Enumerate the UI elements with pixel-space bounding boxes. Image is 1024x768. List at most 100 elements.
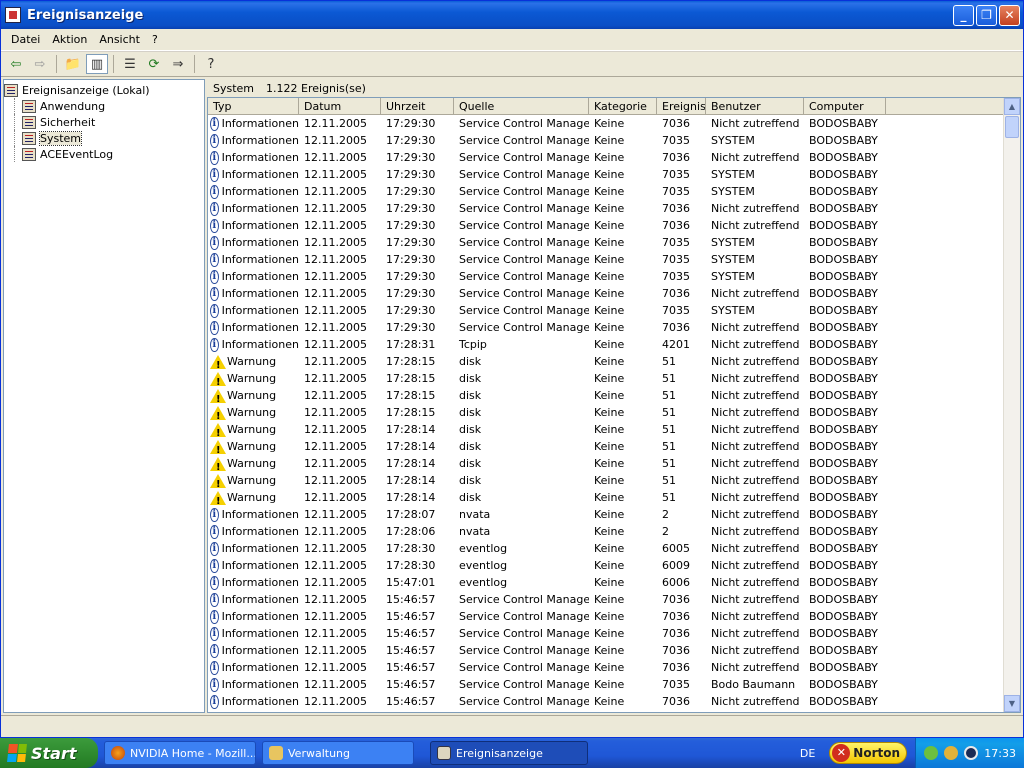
table-row[interactable]: i Informationen 12.11.2005 15:46:57 Service … [208, 659, 1020, 676]
table-row[interactable]: i Informationen 12.11.2005 17:28:31 Tcpip Kei… [208, 336, 1020, 353]
table-row[interactable]: i Informationen 12.11.2005 17:28:30 eventlog… [208, 557, 1020, 574]
cell-ereignis: 7036 [662, 202, 690, 215]
cell-benutzer: SYSTEM [711, 236, 755, 249]
forward-arrow-icon[interactable]: ⇨ [29, 54, 51, 74]
table-row[interactable]: Warnung 12.11.2005 17:28:15 disk Keine 51 Nich… [208, 370, 1020, 387]
start-button[interactable]: Start [0, 738, 98, 768]
table-row[interactable]: Warnung 12.11.2005 17:28:14 disk Keine 51 Nich… [208, 455, 1020, 472]
column-header-datum[interactable]: Datum [299, 98, 381, 114]
task-ereignisanzeige[interactable]: Ereignisanzeige [430, 741, 588, 765]
table-row[interactable]: i Informationen 12.11.2005 17:29:30 Service … [208, 268, 1020, 285]
table-row[interactable]: i Informationen 12.11.2005 17:29:30 Service … [208, 251, 1020, 268]
cell-kategorie: Keine [594, 202, 625, 215]
table-row[interactable]: i Informationen 12.11.2005 15:46:57 Service … [208, 625, 1020, 642]
table-row[interactable]: Warnung 12.11.2005 17:28:15 disk Keine 51 Nich… [208, 387, 1020, 404]
cell-benutzer: Nicht zutreffend [711, 423, 800, 436]
table-row[interactable]: i Informationen 12.11.2005 15:46:57 Service … [208, 642, 1020, 659]
menu-aktion[interactable]: Aktion [46, 33, 93, 46]
network-tray-icon[interactable] [924, 746, 939, 760]
table-row[interactable]: Warnung 12.11.2005 17:28:15 disk Keine 51 Nich… [208, 353, 1020, 370]
column-header-benutzer[interactable]: Benutzer [706, 98, 804, 114]
cell-typ-label: Warnung [227, 491, 277, 504]
cell-benutzer: Nicht zutreffend [711, 576, 800, 589]
column-header-ereignis[interactable]: Ereignis [657, 98, 706, 114]
table-row[interactable]: i Informationen 12.11.2005 17:29:30 Service … [208, 302, 1020, 319]
column-header-typ[interactable]: Typ [208, 98, 299, 114]
cell-datum: 12.11.2005 [304, 117, 367, 130]
show-hide-tree-icon[interactable]: ▥ [86, 54, 108, 74]
minimize-button[interactable]: _ [953, 4, 974, 26]
cell-benutzer: Nicht zutreffend [711, 525, 800, 538]
table-row[interactable]: i Informationen 12.11.2005 15:46:57 Service … [208, 591, 1020, 608]
cell-benutzer: SYSTEM [711, 134, 755, 147]
column-header-uhrzeit[interactable]: Uhrzeit [381, 98, 454, 114]
table-row[interactable]: i Informationen 12.11.2005 15:46:57 Service … [208, 693, 1020, 710]
cell-typ: Warnung [208, 472, 299, 489]
table-row[interactable]: i Informationen 12.11.2005 17:29:30 Service … [208, 149, 1020, 166]
tree-item-anwendung[interactable]: Anwendung [4, 98, 204, 114]
table-row[interactable]: i Informationen 12.11.2005 17:29:30 Service … [208, 166, 1020, 183]
table-row[interactable]: i Informationen 12.11.2005 17:29:30 Service … [208, 200, 1020, 217]
task-verwaltung[interactable]: Verwaltung [262, 741, 414, 765]
clock[interactable]: 17:33 [984, 747, 1016, 760]
tree-root[interactable]: Ereignisanzeige (Lokal) [4, 82, 204, 98]
tree-item-sicherheit[interactable]: Sicherheit [4, 114, 204, 130]
task-firefox[interactable]: NVIDIA Home - Mozill... [104, 741, 256, 765]
menu-ansicht[interactable]: Ansicht [93, 33, 146, 46]
cell-typ-label: Informationen [221, 576, 299, 589]
table-row[interactable]: i Informationen 12.11.2005 17:29:30 Service … [208, 217, 1020, 234]
cell-kategorie: Keine [594, 270, 625, 283]
media-tray-icon[interactable] [964, 746, 979, 760]
table-row[interactable]: i Informationen 12.11.2005 15:46:57 Service … [208, 608, 1020, 625]
column-header-computer[interactable]: Computer [804, 98, 886, 114]
close-button[interactable]: ✕ [999, 4, 1020, 26]
column-header-quelle[interactable]: Quelle [454, 98, 589, 114]
cell-computer: BODOSBABY [809, 695, 878, 708]
cell-computer: BODOSBABY [809, 355, 878, 368]
event-viewer-window: Ereignisanzeige _ ❐ ✕ Datei Aktion Ansic… [0, 0, 1024, 738]
cell-computer: BODOSBABY [809, 134, 878, 147]
properties-icon[interactable]: ☰ [119, 54, 141, 74]
table-row[interactable]: Warnung 12.11.2005 17:28:14 disk Keine 51 Nich… [208, 421, 1020, 438]
table-row[interactable]: i Informationen 12.11.2005 17:29:30 Service … [208, 132, 1020, 149]
scroll-up-icon[interactable]: ▲ [1004, 98, 1020, 115]
help-icon[interactable]: ? [200, 54, 222, 74]
cell-benutzer: SYSTEM [711, 270, 755, 283]
globe-tray-icon[interactable] [944, 746, 959, 760]
scroll-thumb[interactable] [1005, 116, 1019, 138]
computer-log-icon [4, 83, 18, 97]
norton-button[interactable]: ✕ Norton [829, 742, 908, 764]
column-header-kategorie[interactable]: Kategorie [589, 98, 657, 114]
menu-datei[interactable]: Datei [5, 33, 46, 46]
maximize-button[interactable]: ❐ [976, 4, 997, 26]
table-row[interactable]: Warnung 12.11.2005 17:28:15 disk Keine 51 Nich… [208, 404, 1020, 421]
table-row[interactable]: i Informationen 12.11.2005 17:28:30 eventlog… [208, 540, 1020, 557]
tree-item-aceeventlog[interactable]: ACEEventLog [4, 146, 204, 162]
table-row[interactable]: Warnung 12.11.2005 17:28:14 disk Keine 51 Nich… [208, 489, 1020, 506]
table-row[interactable]: i Informationen 12.11.2005 17:28:06 nvata Kei… [208, 523, 1020, 540]
table-row[interactable]: i Informationen 12.11.2005 17:28:07 nvata Kei… [208, 506, 1020, 523]
cell-computer: BODOSBABY [809, 525, 878, 538]
scroll-down-icon[interactable]: ▼ [1004, 695, 1020, 712]
table-row[interactable]: Warnung 12.11.2005 17:28:14 disk Keine 51 Nich… [208, 472, 1020, 489]
language-indicator[interactable]: DE [800, 747, 815, 760]
table-row[interactable]: i Informationen 12.11.2005 17:29:30 Service … [208, 115, 1020, 132]
vertical-scrollbar[interactable]: ▲ ▼ [1003, 98, 1020, 712]
up-folder-icon[interactable]: 📁 [62, 54, 84, 74]
cell-quelle: disk [459, 457, 482, 470]
menu-help[interactable]: ? [146, 33, 164, 46]
title-bar[interactable]: Ereignisanzeige _ ❐ ✕ [1, 1, 1023, 29]
table-row[interactable]: i Informationen 12.11.2005 15:47:01 eventlog… [208, 574, 1020, 591]
back-arrow-icon[interactable]: ⇦ [5, 54, 27, 74]
table-row[interactable]: i Informationen 12.11.2005 17:29:30 Service … [208, 319, 1020, 336]
tree-item-system[interactable]: System [4, 130, 204, 146]
table-row[interactable]: i Informationen 12.11.2005 15:46:57 Service … [208, 676, 1020, 693]
table-row[interactable]: Warnung 12.11.2005 17:28:14 disk Keine 51 Nich… [208, 438, 1020, 455]
table-row[interactable]: i Informationen 12.11.2005 17:29:30 Service … [208, 285, 1020, 302]
table-row[interactable]: i Informationen 12.11.2005 17:29:30 Service … [208, 234, 1020, 251]
table-row[interactable]: i Informationen 12.11.2005 17:29:30 Service … [208, 183, 1020, 200]
export-list-icon[interactable]: ⇒ [167, 54, 189, 74]
cell-uhrzeit: 17:29:30 [386, 253, 436, 266]
refresh-icon[interactable]: ⟳ [143, 54, 165, 74]
cell-ereignis: 7035 [662, 168, 690, 181]
